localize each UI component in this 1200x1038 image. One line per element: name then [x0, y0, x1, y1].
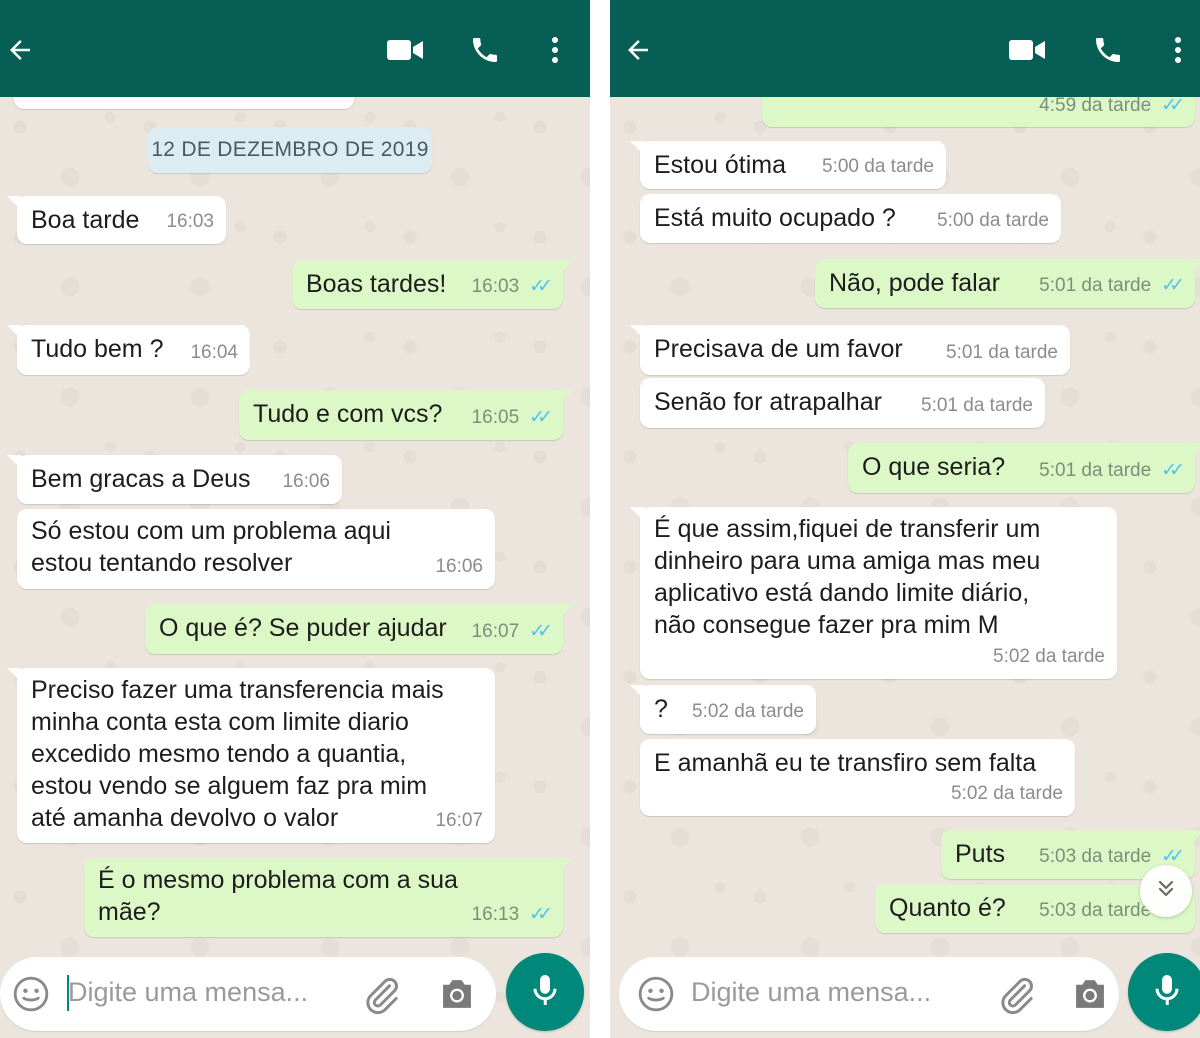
message-text: E amanhã eu te transfiro sem falta	[654, 749, 1037, 777]
message-time: 16:07 ✓✓	[472, 616, 553, 648]
chat-header	[0, 0, 590, 97]
message-text: Tudo e com vcs?	[253, 400, 443, 428]
more-vertical-icon[interactable]	[535, 30, 575, 70]
message-time: 16:06	[282, 471, 330, 492]
message-bubble-incoming[interactable]: E amanhã eu te transfiro sem falta 5:02 …	[640, 739, 1075, 816]
message-text: Estou ótima	[654, 151, 787, 179]
message-bubble-incoming[interactable]: Bem gracas a Deus 16:06	[7, 455, 342, 504]
message-time: 5:02 da tarde	[692, 701, 804, 722]
message-bubble-incoming[interactable]: Senão for atrapalhar 5:01 da tarde	[640, 378, 1045, 428]
message-bubble-outgoing[interactable]: O que é? Se puder ajudar 16:07 ✓✓	[145, 604, 573, 654]
message-bubble-incoming[interactable]: Só estou com um problema aqui estou tent…	[17, 509, 495, 589]
message-time: 16:04	[190, 342, 238, 363]
message-text: Só estou com um problema aqui estou tent…	[31, 517, 391, 577]
message-bubble-incoming[interactable]: ? 5:02 da tarde	[630, 685, 816, 734]
message-input[interactable]: Digite uma mensa...	[619, 957, 1119, 1031]
message-text: Não, pode falar	[829, 269, 1000, 297]
microphone-button[interactable]	[1128, 953, 1200, 1031]
message-text: É o mesmo problema com a sua mãe?	[98, 866, 458, 926]
message-placeholder: Digite uma mensa...	[68, 977, 309, 1007]
video-camera-icon[interactable]	[385, 30, 425, 70]
message-text: Precisava de um favor	[654, 335, 903, 363]
message-time: 4:59 da tarde ✓✓	[1039, 97, 1185, 122]
arrow-left-icon[interactable]	[618, 30, 658, 70]
read-ticks-icon: ✓✓	[529, 621, 553, 642]
read-ticks-icon: ✓✓	[1161, 460, 1185, 481]
message-time: 5:01 da tarde	[921, 395, 1033, 416]
message-list[interactable]: 4:59 da tarde ✓✓ Estou ótima 5:00 da tard…	[610, 97, 1200, 1038]
message-time: 5:01 da tarde ✓✓	[1039, 455, 1185, 487]
message-text: Está muito ocupado ?	[654, 204, 896, 232]
more-vertical-icon[interactable]	[1158, 30, 1198, 70]
message-text: ?	[654, 695, 668, 723]
message-bubble-incoming[interactable]: Boa tarde 16:03	[7, 196, 226, 244]
read-ticks-icon: ✓✓	[529, 407, 553, 428]
message-text: Bem gracas a Deus	[31, 465, 251, 493]
message-time: 16:03	[166, 211, 214, 232]
message-time: 16:03 ✓✓	[472, 271, 553, 303]
message-time: 5:02 da tarde	[993, 646, 1105, 667]
message-bubble-incoming[interactable]: Preciso fazer uma transferencia mais min…	[7, 668, 495, 843]
message-time: 5:00 da tarde	[822, 156, 934, 177]
message-composer: Digite uma mensa...	[0, 945, 590, 1038]
message-time: 5:01 da tarde ✓✓	[1039, 270, 1185, 302]
message-bubble-partial[interactable]	[14, 97, 354, 109]
message-time: 16:13 ✓✓	[472, 899, 553, 931]
message-text: Puts	[955, 840, 1006, 868]
phone-icon[interactable]	[1088, 30, 1128, 70]
read-ticks-icon: ✓✓	[1161, 97, 1185, 116]
camera-icon[interactable]	[1071, 977, 1109, 1016]
message-bubble-incoming[interactable]: Estou ótima 5:00 da tarde	[630, 141, 946, 189]
emoji-icon[interactable]	[637, 975, 675, 1018]
paperclip-icon[interactable]	[362, 975, 402, 1020]
message-text: Quanto é?	[889, 894, 1006, 922]
microphone-button[interactable]	[506, 953, 584, 1031]
read-ticks-icon: ✓✓	[529, 276, 553, 297]
message-text: É que assim,fiquei de transferir um dinh…	[654, 515, 1041, 639]
message-text: Boa tarde	[31, 206, 140, 234]
message-bubble-outgoing[interactable]: É o mesmo problema com a sua mãe? 16:13 ✓…	[84, 858, 573, 937]
message-time: 16:05 ✓✓	[472, 402, 553, 434]
message-bubble-incoming[interactable]: É que assim,fiquei de transferir um dinh…	[630, 507, 1117, 679]
message-time: 5:00 da tarde	[937, 210, 1049, 231]
double-chevron-down-icon	[1154, 877, 1178, 906]
message-text: Preciso fazer uma transferencia mais min…	[31, 676, 444, 832]
message-bubble-outgoing[interactable]: Não, pode falar 5:01 da tarde ✓✓	[815, 259, 1200, 308]
message-input[interactable]: Digite uma mensa...	[0, 957, 496, 1031]
message-time: 5:02 da tarde	[951, 783, 1063, 804]
date-chip: 12 DE DEZEMBRO DE 2019	[148, 127, 432, 173]
message-bubble-outgoing[interactable]: O que seria? 5:01 da tarde ✓✓	[848, 443, 1200, 493]
message-composer: Digite uma mensa...	[610, 945, 1200, 1038]
message-bubble-outgoing[interactable]: Boas tardes! 16:03 ✓✓	[292, 260, 573, 309]
microphone-icon	[530, 972, 560, 1013]
message-bubble-incoming[interactable]: Tudo bem ? 16:04	[7, 325, 250, 375]
emoji-icon[interactable]	[12, 975, 50, 1018]
message-placeholder: Digite uma mensa...	[691, 977, 932, 1007]
message-text: Tudo bem ?	[31, 335, 164, 363]
paperclip-icon[interactable]	[997, 975, 1037, 1020]
message-time: 5:01 da tarde	[946, 342, 1058, 363]
camera-icon[interactable]	[438, 977, 476, 1016]
message-time: 16:07	[435, 810, 483, 831]
microphone-icon	[1152, 972, 1182, 1013]
read-ticks-icon: ✓✓	[529, 904, 553, 925]
message-bubble-incoming[interactable]: Está muito ocupado ? 5:00 da tarde	[640, 194, 1061, 243]
chat-header	[610, 0, 1200, 97]
message-time: 16:06	[435, 556, 483, 577]
chat-screen-left: 12 DE DEZEMBRO DE 2019 Boa tarde 16:03 B…	[0, 0, 590, 1038]
message-bubble-incoming[interactable]: Precisava de um favor 5:01 da tarde	[630, 325, 1070, 375]
arrow-left-icon[interactable]	[0, 30, 40, 70]
chat-screen-right: 4:59 da tarde ✓✓ Estou ótima 5:00 da tard…	[610, 0, 1200, 1038]
message-bubble-outgoing[interactable]: 4:59 da tarde ✓✓	[762, 97, 1195, 127]
message-text: O que é? Se puder ajudar	[159, 614, 447, 642]
scroll-down-button[interactable]	[1140, 865, 1192, 917]
message-text: O que seria?	[862, 453, 1006, 481]
message-bubble-outgoing[interactable]: Tudo e com vcs? 16:05 ✓✓	[239, 390, 573, 440]
message-list[interactable]: 12 DE DEZEMBRO DE 2019 Boa tarde 16:03 B…	[0, 97, 590, 1038]
phone-icon[interactable]	[465, 30, 505, 70]
message-text: Boas tardes!	[306, 270, 447, 298]
message-text: Senão for atrapalhar	[654, 388, 882, 416]
video-camera-icon[interactable]	[1007, 30, 1047, 70]
read-ticks-icon: ✓✓	[1161, 275, 1185, 296]
